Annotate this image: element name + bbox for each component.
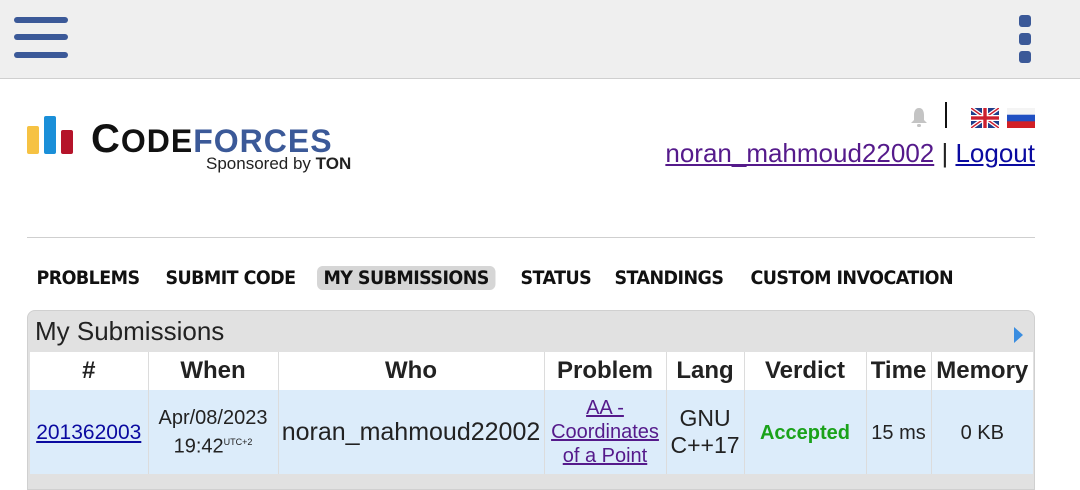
table-row: 201362003 Apr/08/2023 19:42UTC+2 noran_m… [30, 390, 1033, 474]
menu-item-my-submissions[interactable]: MY SUBMISSIONS [317, 266, 496, 290]
menu-item-custom-invocation[interactable]: CUSTOM INVOCATION [744, 266, 960, 290]
panel-title: My Submissions [35, 316, 225, 346]
uk-flag-icon[interactable] [971, 108, 999, 128]
top-bar [0, 0, 1080, 79]
problem-line-1: AA - [586, 397, 624, 419]
problem-line-3: of a Point [562, 445, 648, 467]
sponsor-prefix: Sponsored by [206, 154, 316, 173]
username-link[interactable]: noran_mahmoud22002 [665, 138, 934, 168]
menu-item-status[interactable]: STATUS [514, 266, 598, 290]
user-line: noran_mahmoud22002 | Logout [665, 138, 1035, 169]
cell-when: Apr/08/2023 19:42UTC+2 [148, 390, 279, 474]
column-header-when: When [148, 352, 279, 390]
column-header-time: Time [866, 352, 932, 390]
cell-memory: 0 KB [931, 390, 1033, 474]
bell-icon[interactable] [908, 106, 930, 128]
logout-link[interactable]: Logout [955, 138, 1035, 168]
verdict-accepted[interactable]: Accepted [760, 422, 850, 444]
menu-item-standings[interactable]: STANDINGS [608, 266, 730, 290]
column-header-id: # [30, 352, 149, 390]
submission-time-wrap: 19:42UTC+2 [149, 430, 278, 459]
hamburger-menu-icon[interactable] [14, 17, 70, 61]
cell-who: noran_mahmoud22002 [278, 390, 545, 474]
lang-line-2: C++17 [670, 432, 740, 458]
user-separator: | [941, 138, 949, 168]
submissions-table: # When Who Problem Lang Verdict Time Mem… [30, 352, 1033, 474]
lang-line-1: GNU [679, 405, 731, 431]
timezone-label: UTC+2 [223, 436, 253, 447]
header-divider [27, 237, 1035, 238]
problem-link[interactable]: AA - Coordinates of a Point [551, 396, 659, 468]
column-header-who: Who [278, 352, 545, 390]
table-header-row: # When Who Problem Lang Verdict Time Mem… [30, 352, 1033, 390]
cell-problem: AA - Coordinates of a Point [544, 390, 667, 474]
column-header-problem: Problem [544, 352, 667, 390]
column-header-memory: Memory [931, 352, 1033, 390]
logo-code-first: C [91, 117, 121, 161]
sponsor-line: Sponsored by TON [206, 154, 351, 174]
menu-item-submit-code[interactable]: SUBMIT CODE [159, 266, 302, 290]
pagination-next-icon[interactable] [1014, 327, 1023, 343]
russia-flag-icon[interactable] [1007, 108, 1035, 128]
submission-id-link[interactable]: 201362003 [36, 421, 141, 444]
execution-time: 15 ms [871, 421, 926, 444]
sponsor-name: TON [315, 154, 352, 173]
cell-time: 15 ms [866, 390, 932, 474]
submission-time: 19:42 [173, 435, 224, 458]
cell-lang: GNU C++17 [666, 390, 745, 474]
cell-id: 201362003 [30, 390, 149, 474]
submission-date: Apr/08/2023 [158, 406, 268, 429]
submitter-name: noran_mahmoud22002 [281, 417, 541, 446]
memory-used: 0 KB [960, 421, 1004, 444]
codeforces-logo[interactable]: CODEFORCES Sponsored by TON [27, 114, 367, 178]
column-header-verdict: Verdict [744, 352, 867, 390]
cell-verdict: Accepted [744, 390, 867, 474]
problem-line-2: Coordinates [551, 421, 659, 443]
more-vertical-icon[interactable] [1016, 15, 1034, 63]
header-separator [945, 102, 947, 128]
logo-bars-icon [27, 116, 77, 154]
contest-menu: PROBLEMS SUBMIT CODE MY SUBMISSIONS STATUS S… [30, 266, 981, 294]
column-header-lang: Lang [666, 352, 745, 390]
menu-item-problems[interactable]: PROBLEMS [30, 266, 146, 290]
logo-code-rest: ODE [120, 123, 194, 159]
